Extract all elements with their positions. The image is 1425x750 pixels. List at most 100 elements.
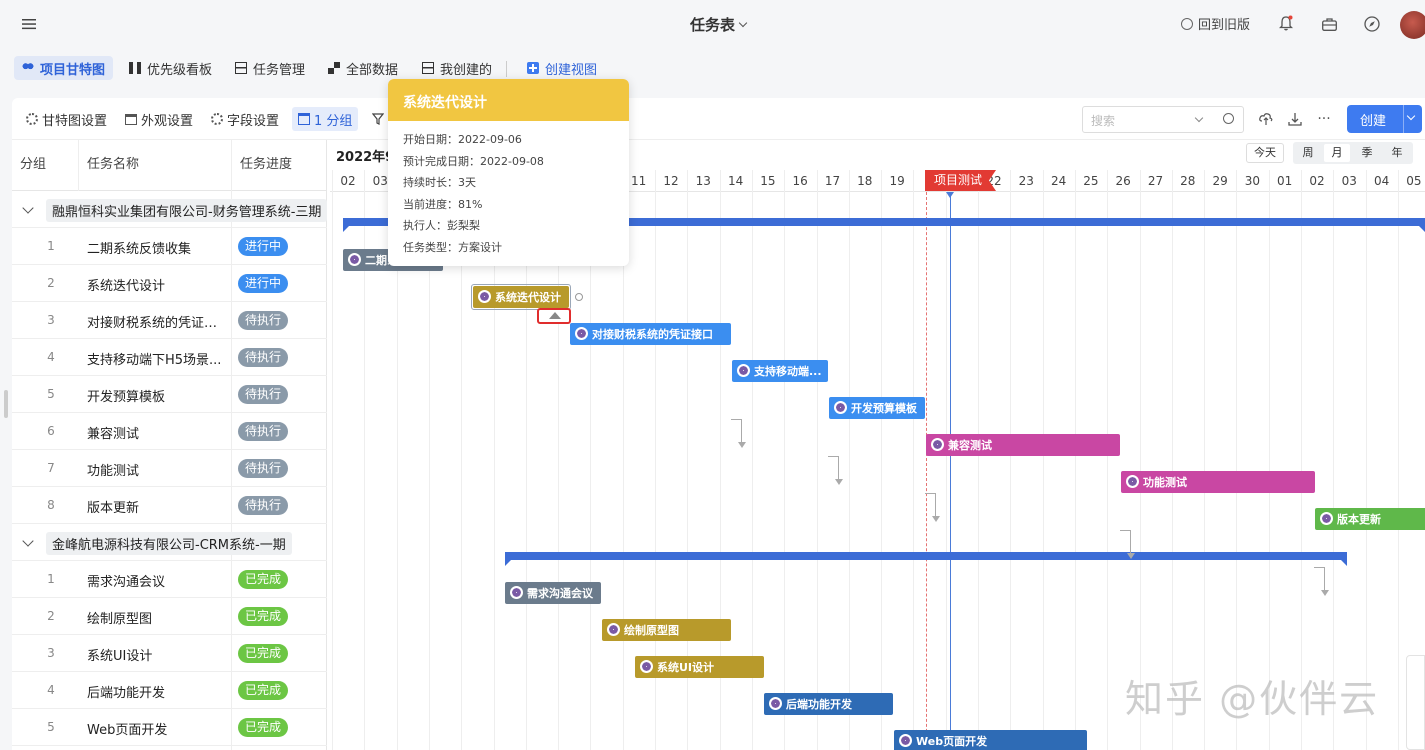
chevron-down-icon[interactable] bbox=[1406, 111, 1416, 121]
scale-quarter[interactable]: 季 bbox=[1354, 144, 1380, 162]
gantt-bar[interactable]: 后端功能开发 bbox=[764, 693, 893, 715]
gantt-bar[interactable]: 开发预算模板 bbox=[829, 397, 925, 419]
task-row[interactable]: 1 二期系统反馈收集 进行中 bbox=[12, 228, 327, 265]
status-badge[interactable]: 已完成 bbox=[238, 681, 289, 700]
group-summary-bar[interactable] bbox=[505, 552, 1347, 566]
task-name[interactable]: 开发预算模板 bbox=[87, 386, 227, 405]
tab-priority-board[interactable]: 优先级看板 bbox=[121, 56, 220, 80]
tooltip-start-date: 开始日期：2022-09-06 bbox=[403, 133, 522, 146]
task-row[interactable]: 2 系统迭代设计 进行中 bbox=[12, 265, 327, 302]
download-icon[interactable] bbox=[1286, 110, 1304, 128]
group-row[interactable]: 融鼎恒科实业集团有限公司-财务管理系统-三期 bbox=[12, 191, 328, 228]
tab-all-data[interactable]: 全部数据 bbox=[320, 56, 406, 80]
scale-week[interactable]: 周 bbox=[1295, 144, 1321, 162]
chevron-down-icon[interactable] bbox=[22, 535, 34, 547]
watermark: 知乎 @伙伴云 bbox=[1125, 677, 1380, 721]
gantt-bar[interactable]: 系统UI设计 bbox=[635, 656, 764, 678]
task-name[interactable]: 版本更新 bbox=[87, 497, 227, 516]
gantt-bar[interactable]: Web页面开发 bbox=[894, 730, 1087, 750]
task-row[interactable]: 6 兼容测试 待执行 bbox=[12, 413, 327, 450]
tab-divider bbox=[506, 61, 507, 77]
task-name[interactable]: Web页面开发 bbox=[87, 719, 227, 738]
gantt-bar[interactable]: 兼容测试 bbox=[926, 434, 1120, 456]
task-name[interactable]: 系统UI设计 bbox=[87, 645, 227, 664]
compass-icon[interactable] bbox=[1363, 15, 1381, 33]
group-button[interactable]: 1 分组 bbox=[292, 107, 359, 131]
tab-my-created[interactable]: 我创建的 bbox=[414, 56, 500, 80]
column-header-group[interactable]: 分组 bbox=[20, 140, 46, 190]
task-row[interactable]: 3 系统UI设计 已完成 bbox=[12, 635, 327, 672]
chevron-down-icon[interactable] bbox=[22, 202, 34, 214]
avatar[interactable] bbox=[1400, 11, 1425, 39]
upload-icon[interactable] bbox=[1257, 110, 1275, 128]
column-header-task-name[interactable]: 任务名称 bbox=[87, 140, 139, 190]
status-badge[interactable]: 已完成 bbox=[238, 718, 289, 737]
resize-handle[interactable] bbox=[4, 390, 8, 418]
menu-icon[interactable] bbox=[20, 15, 38, 33]
task-name[interactable]: 功能测试 bbox=[87, 460, 227, 479]
status-badge[interactable]: 待执行 bbox=[238, 422, 289, 441]
briefcase-icon[interactable] bbox=[1320, 15, 1338, 33]
task-name[interactable]: 绘制原型图 bbox=[87, 608, 227, 627]
day-gridline bbox=[1301, 170, 1302, 750]
task-name[interactable]: 兼容测试 bbox=[87, 423, 227, 442]
day-gridline bbox=[945, 170, 947, 750]
column-header-progress[interactable]: 任务进度 bbox=[240, 140, 292, 190]
bell-icon[interactable] bbox=[1277, 14, 1295, 32]
status-badge[interactable]: 已完成 bbox=[238, 607, 289, 626]
task-row[interactable]: 5 Web页面开发 已完成 bbox=[12, 709, 327, 746]
task-name[interactable]: 后端功能开发 bbox=[87, 682, 227, 701]
gantt-bar[interactable]: 版本更新 bbox=[1315, 508, 1425, 530]
task-row[interactable]: 2 绘制原型图 已完成 bbox=[12, 598, 327, 635]
task-name[interactable]: 需求沟通会议 bbox=[87, 571, 227, 590]
tab-task-management[interactable]: 任务管理 bbox=[227, 56, 313, 80]
filter-icon[interactable] bbox=[366, 107, 390, 131]
status-badge[interactable]: 待执行 bbox=[238, 385, 289, 404]
progress-handle[interactable] bbox=[537, 308, 571, 324]
task-row[interactable]: 8 版本更新 待执行 bbox=[12, 487, 327, 524]
task-row[interactable]: 4 支持移动端下H5场景... 待执行 bbox=[12, 339, 327, 376]
task-name[interactable]: 支持移动端下H5场景... bbox=[87, 349, 227, 368]
milestone-flag[interactable]: 项目测试 bbox=[925, 170, 997, 191]
task-name[interactable]: 系统迭代设计 bbox=[87, 275, 227, 294]
status-badge[interactable]: 已完成 bbox=[238, 644, 289, 663]
day-label: 04 bbox=[1373, 174, 1390, 188]
tab-create-view[interactable]: 创建视图 bbox=[519, 56, 605, 80]
task-row[interactable]: 1 需求沟通会议 已完成 bbox=[12, 561, 327, 598]
gantt-bar[interactable]: 绘制原型图 bbox=[602, 619, 731, 641]
status-badge[interactable]: 待执行 bbox=[238, 348, 289, 367]
task-row[interactable]: 4 后端功能开发 已完成 bbox=[12, 672, 327, 709]
scale-month[interactable]: 月 bbox=[1324, 144, 1350, 162]
status-badge[interactable]: 已完成 bbox=[238, 570, 289, 589]
field-settings-button[interactable]: 字段设置 bbox=[205, 107, 285, 131]
gantt-bar[interactable]: 支持移动端... bbox=[732, 360, 828, 382]
page-title[interactable]: 任务表 bbox=[690, 14, 748, 35]
link-handle[interactable] bbox=[575, 293, 583, 301]
task-row[interactable]: 3 对接财税系统的凭证接... 待执行 bbox=[12, 302, 327, 339]
gantt-bar[interactable]: 需求沟通会议 bbox=[505, 582, 601, 604]
gantt-settings-button[interactable]: 甘特图设置 bbox=[20, 107, 113, 131]
bar-label: 功能测试 bbox=[1143, 476, 1187, 489]
create-button[interactable]: 创建 bbox=[1347, 105, 1422, 133]
task-row[interactable]: 5 开发预算模板 待执行 bbox=[12, 376, 327, 413]
gantt-bar[interactable]: 功能测试 bbox=[1121, 471, 1315, 493]
gantt-bar[interactable]: 对接财税系统的凭证接口 bbox=[570, 323, 731, 345]
tab-project-gantt[interactable]: 项目甘特图 bbox=[14, 56, 114, 80]
more-icon[interactable]: ··· bbox=[1315, 110, 1333, 128]
scale-year[interactable]: 年 bbox=[1384, 144, 1410, 162]
status-badge[interactable]: 进行中 bbox=[238, 237, 289, 256]
back-to-old-version-link[interactable]: 回到旧版 bbox=[1181, 14, 1250, 33]
today-button[interactable]: 今天 bbox=[1246, 143, 1284, 163]
task-name[interactable]: 二期系统反馈收集 bbox=[87, 238, 227, 257]
row-number: 4 bbox=[47, 350, 55, 364]
status-badge[interactable]: 待执行 bbox=[238, 459, 289, 478]
status-badge[interactable]: 进行中 bbox=[238, 274, 289, 293]
task-name[interactable]: 对接财税系统的凭证接... bbox=[87, 312, 227, 331]
search-input[interactable]: 搜索 bbox=[1082, 106, 1244, 133]
task-row[interactable]: 7 功能测试 待执行 bbox=[12, 450, 327, 487]
appearance-settings-button[interactable]: 外观设置 bbox=[119, 107, 199, 131]
status-badge[interactable]: 待执行 bbox=[238, 496, 289, 515]
status-badge[interactable]: 待执行 bbox=[238, 311, 289, 330]
search-icon[interactable] bbox=[1223, 113, 1234, 124]
group-row[interactable]: 金峰航电源科技有限公司-CRM系统-一期 bbox=[12, 524, 327, 561]
